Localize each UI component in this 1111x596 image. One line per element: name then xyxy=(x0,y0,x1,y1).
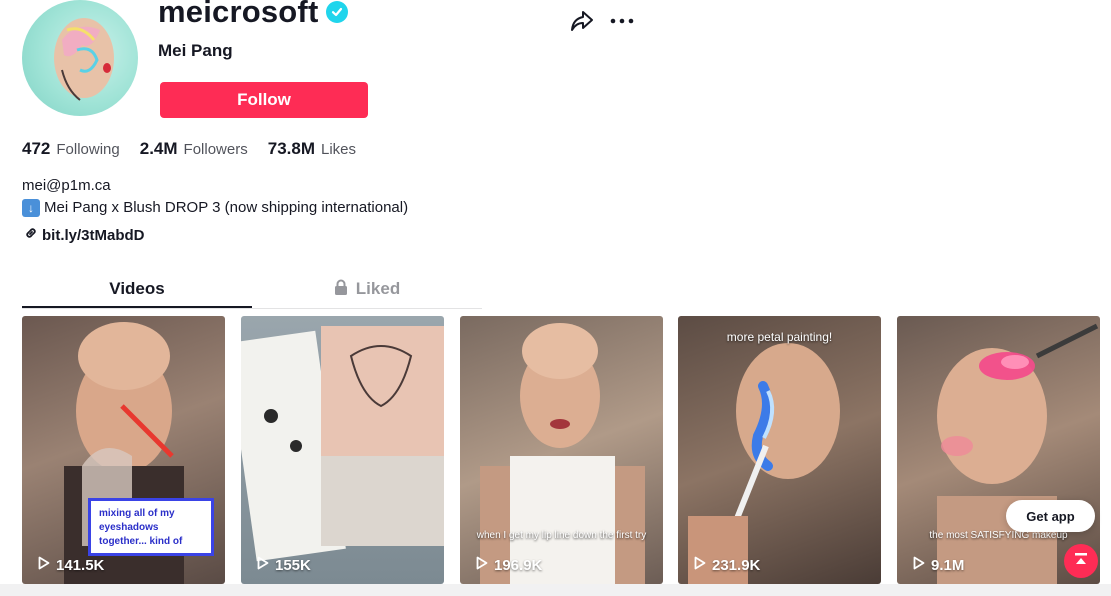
profile-tabs: Videos Liked xyxy=(22,270,482,309)
followers-count: 2.4M xyxy=(139,139,178,158)
video-thumbnail xyxy=(480,323,645,584)
video-card[interactable]: mixing all of my eyeshadows together... … xyxy=(22,316,225,584)
video-card[interactable]: the most SATISFYING makeup 9.1M xyxy=(897,316,1100,584)
followers-stat[interactable]: 2.4M Followers xyxy=(140,139,248,159)
video-card[interactable]: more petal painting! 231.9K xyxy=(678,316,881,584)
play-icon xyxy=(913,556,925,574)
verified-badge-icon xyxy=(326,1,349,23)
video-thumbnail xyxy=(688,343,840,584)
link-icon xyxy=(24,226,38,244)
lock-icon xyxy=(334,279,348,300)
likes-stat: 73.8M Likes xyxy=(268,139,356,159)
video-card[interactable]: 155K xyxy=(241,316,444,584)
play-icon xyxy=(694,556,706,574)
active-tab-indicator xyxy=(22,306,252,308)
avatar-image xyxy=(54,18,114,101)
likes-label: Likes xyxy=(320,141,357,158)
following-count: 472 xyxy=(22,139,51,158)
video-view-count: 155K xyxy=(257,556,311,574)
profile-stats: 472 Following 2.4M Followers 73.8M Likes xyxy=(22,139,356,159)
bio-line: ↓ Mei Pang x Blush DROP 3 (now shipping … xyxy=(22,197,408,219)
video-thumbnail xyxy=(241,326,444,562)
username-row: meicrosoft xyxy=(158,0,349,30)
likes-count: 73.8M xyxy=(267,139,315,158)
display-name: Mei Pang xyxy=(158,41,233,60)
video-view-count: 141.5K xyxy=(38,556,104,574)
video-top-caption: more petal painting! xyxy=(726,330,833,344)
arrow-up-icon xyxy=(1073,551,1089,572)
video-subtitle: when I get my lip line down the first tr… xyxy=(476,530,647,541)
video-card[interactable]: when I get my lip line down the first tr… xyxy=(460,316,663,584)
video-view-count: 196.9K xyxy=(476,556,542,574)
bio-link[interactable]: bit.ly/3tMabdD xyxy=(24,226,145,244)
tab-videos[interactable]: Videos xyxy=(22,270,252,308)
tab-videos-label: Videos xyxy=(109,279,165,298)
view-count-text: 155K xyxy=(275,556,311,574)
following-stat[interactable]: 472 Following xyxy=(22,139,120,159)
following-label: Following xyxy=(56,141,120,158)
tab-liked[interactable]: Liked xyxy=(252,270,482,308)
view-count-text: 196.9K xyxy=(494,556,543,574)
bio: mei@p1m.ca ↓ Mei Pang x Blush DROP 3 (no… xyxy=(22,175,408,219)
avatar[interactable] xyxy=(22,0,138,116)
video-caption-box: mixing all of my eyeshadows together... … xyxy=(88,498,214,556)
view-count-text: 141.5K xyxy=(56,556,105,574)
down-arrow-icon: ↓ xyxy=(22,199,40,217)
follow-button[interactable]: Follow xyxy=(160,82,368,118)
bio-email: mei@p1m.ca xyxy=(22,177,111,194)
username: meicrosoft xyxy=(158,0,319,29)
video-view-count: 231.9K xyxy=(694,556,760,574)
video-view-count: 9.1M xyxy=(913,556,964,574)
bio-text: Mei Pang x Blush DROP 3 (now shipping in… xyxy=(44,199,409,216)
play-icon xyxy=(476,556,488,574)
video-thumbnail xyxy=(937,323,1099,584)
view-count-text: 9.1M xyxy=(931,556,965,574)
followers-label: Followers xyxy=(183,141,248,158)
share-icon[interactable] xyxy=(568,8,596,34)
bottom-bar xyxy=(0,584,1111,596)
play-icon xyxy=(38,556,50,574)
more-options-icon[interactable] xyxy=(608,8,636,34)
tab-liked-label: Liked xyxy=(355,279,401,298)
bio-link-text: bit.ly/3tMabdD xyxy=(42,226,145,244)
play-icon xyxy=(257,556,269,574)
view-count-text: 231.9K xyxy=(712,556,761,574)
get-app-button[interactable]: Get app xyxy=(1006,500,1095,532)
scroll-to-top-button[interactable] xyxy=(1064,544,1098,578)
